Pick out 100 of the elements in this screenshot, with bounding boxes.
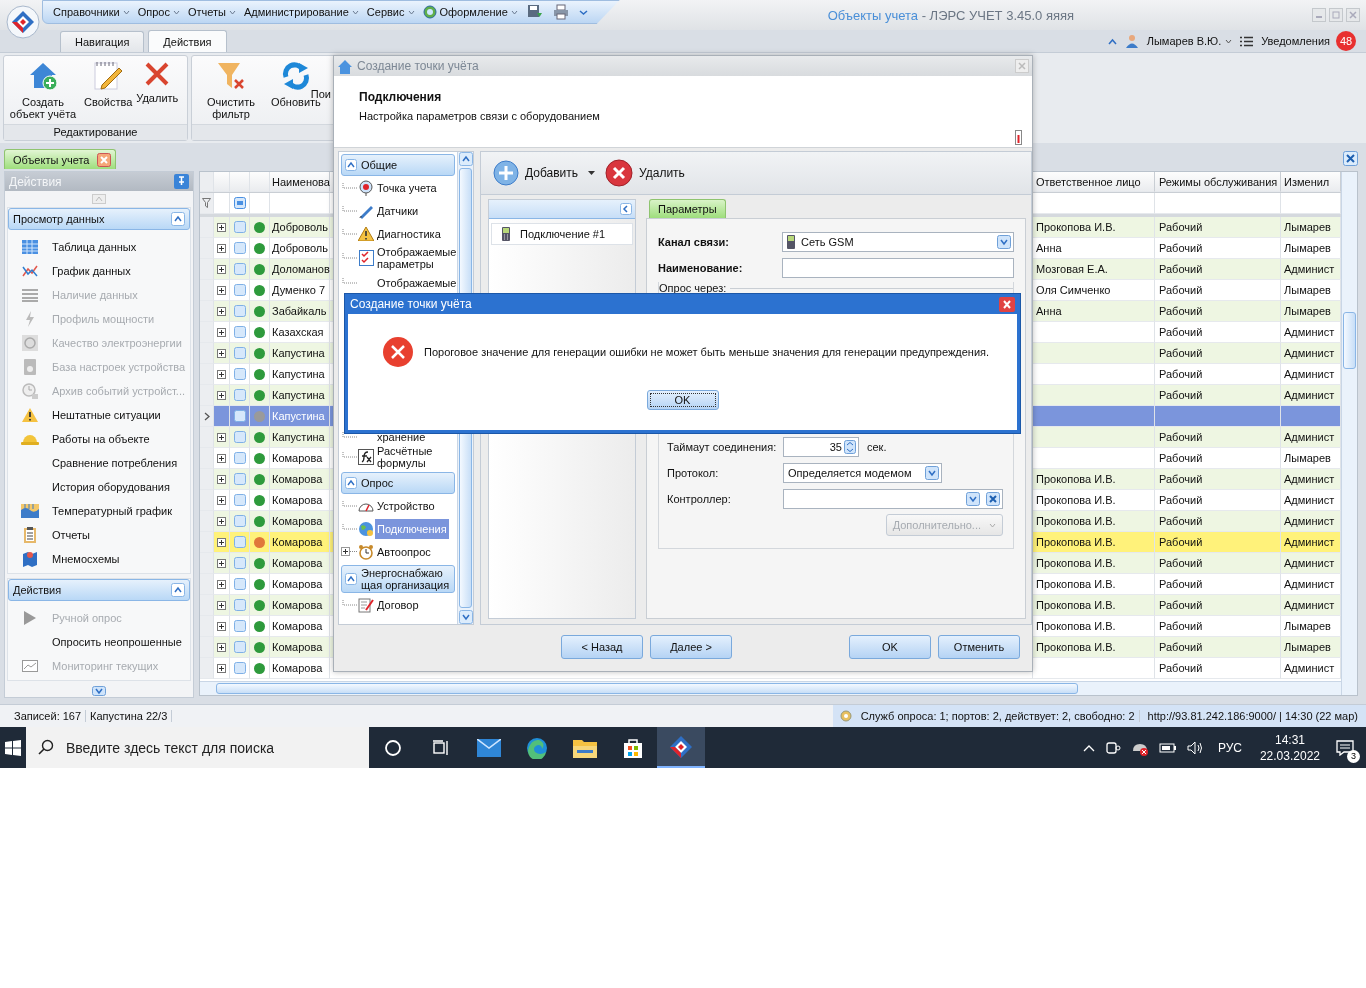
ok-button[interactable]: OK [646,390,719,410]
checkbox-icon[interactable] [233,473,246,485]
checkbox-icon[interactable] [233,410,246,422]
checkbox-icon[interactable] [233,494,246,506]
expand-icon[interactable] [217,600,226,610]
checkbox-icon[interactable] [233,620,246,632]
expand-icon[interactable] [217,348,226,358]
tree-item[interactable]: Расчётные формулы [375,444,455,470]
panel-link[interactable]: График данных [52,264,131,277]
panel-link[interactable]: Сравнение потребления [52,456,178,469]
menu-item[interactable]: Администрирование [241,6,361,18]
expand-icon[interactable] [217,495,226,505]
menu-item[interactable]: Отчеты [185,6,238,18]
expand-icon[interactable] [341,546,357,557]
caret-up-icon[interactable] [1082,743,1095,752]
search-field[interactable]: Введите здесь текст для поиска [26,727,369,768]
expand-icon[interactable] [217,537,226,547]
horizontal-scrollbar[interactable] [200,681,1341,695]
panel-link[interactable]: Нештатные ситуации [52,408,161,421]
menu-item[interactable]: Опрос [135,6,182,18]
tab[interactable]: Параметры [649,199,726,218]
checkbox-icon[interactable] [233,599,246,611]
meeting-icon[interactable] [1104,739,1121,756]
expand-icon[interactable] [217,621,226,631]
tree-item[interactable]: Устройство [375,498,437,513]
controller-dropdown[interactable] [783,489,1003,509]
add-button[interactable]: Добавить [491,160,581,186]
tree-item[interactable]: Датчики [375,203,421,218]
ribbon-button[interactable]: Очистить фильтр [192,60,270,120]
save-icon[interactable] [526,4,543,20]
checkbox-icon[interactable] [233,389,246,401]
volume-icon[interactable] [1186,740,1205,755]
expand-icon[interactable] [217,516,226,526]
name-field[interactable] [782,258,1014,278]
menu-item[interactable]: Оформление [420,5,520,19]
ribbon-button[interactable]: Пои [309,60,332,100]
tree-item[interactable]: Автоопрос [375,544,433,559]
checkbox-icon[interactable] [233,536,246,548]
filter-cell[interactable] [200,193,214,214]
expand-icon[interactable] [217,474,226,484]
collapse-left-icon[interactable] [620,203,632,215]
customize-icon[interactable] [578,7,588,17]
tree-item[interactable]: Отображаемые параметры [375,245,457,271]
expand-icon[interactable] [217,285,226,295]
expand-icon[interactable] [217,453,226,463]
checkbox-icon[interactable] [233,326,246,338]
checkbox-icon[interactable] [233,347,246,359]
panel-link[interactable]: Работы на объекте [52,432,150,445]
protocol-dropdown[interactable]: Определяется модемом [783,463,942,483]
panel-link[interactable]: Опросить неопрошенные [52,635,182,648]
channel-dropdown[interactable]: Сеть GSM [782,232,1014,252]
expand-icon[interactable] [217,432,226,442]
expand-icon[interactable] [217,390,226,400]
expand-icon[interactable] [217,369,226,379]
panel-link[interactable]: Отчеты [52,528,91,541]
collapse-icon[interactable] [171,211,185,226]
checkbox-icon[interactable] [233,368,246,380]
ribbon-button[interactable]: Свойства [82,60,135,108]
expand-icon[interactable] [217,264,226,274]
tree-section-header[interactable]: Энергоснабжающая организация [341,565,455,593]
checkbox-icon[interactable] [233,263,246,275]
panel-link[interactable]: Таблица данных [52,240,137,253]
filter-icon[interactable] [202,198,211,208]
checkbox-icon[interactable] [233,431,246,443]
checkbox-icon[interactable] [233,515,246,527]
user-button[interactable]: Лымарев В.Ю. [1144,35,1235,47]
expand-icon[interactable] [217,222,226,232]
tree-section-header[interactable]: Общие [341,154,455,176]
vertical-scrollbar[interactable] [1341,172,1357,695]
start-icon[interactable] [5,739,21,756]
column-header[interactable]: Режимы обслуживания [1155,172,1281,192]
close-icon[interactable] [1343,150,1358,166]
expand-icon[interactable] [217,558,226,568]
tree-item[interactable]: Точка учета [375,180,439,195]
expand-icon[interactable] [217,306,226,316]
expand-icon[interactable] [217,327,226,337]
expand-icon[interactable] [217,663,226,673]
ribbon-tab[interactable]: Навигация [60,31,145,52]
caret-icon[interactable] [588,171,596,175]
checkbox-icon[interactable] [233,557,246,569]
notifications-button[interactable]: Уведомления [1259,35,1332,47]
back-button[interactable]: < Назад [561,635,643,659]
checkbox-icon[interactable] [233,641,246,653]
tree-item[interactable]: Отображаемые [375,275,457,290]
collapse-icon[interactable] [171,582,185,597]
section-header[interactable]: Просмотр данных [8,207,190,230]
expand-icon[interactable] [217,642,226,652]
collapse-icon[interactable] [345,573,357,585]
delete-button[interactable]: Удалить [603,159,687,187]
column-header[interactable]: Наименова [270,172,330,192]
checkbox-icon[interactable] [233,284,246,296]
collapse-ribbon-icon[interactable] [1107,37,1117,45]
next-button[interactable]: Далее > [650,635,732,659]
menu-item[interactable]: Справочники [51,6,132,18]
print-icon[interactable] [552,4,569,20]
timeout-spinner[interactable]: 35 [783,437,859,457]
close-icon[interactable] [999,296,1015,312]
panel-link[interactable]: Мнемосхемы [52,552,120,565]
cancel-button[interactable]: Отменить [938,635,1020,659]
row-header[interactable] [200,406,214,427]
